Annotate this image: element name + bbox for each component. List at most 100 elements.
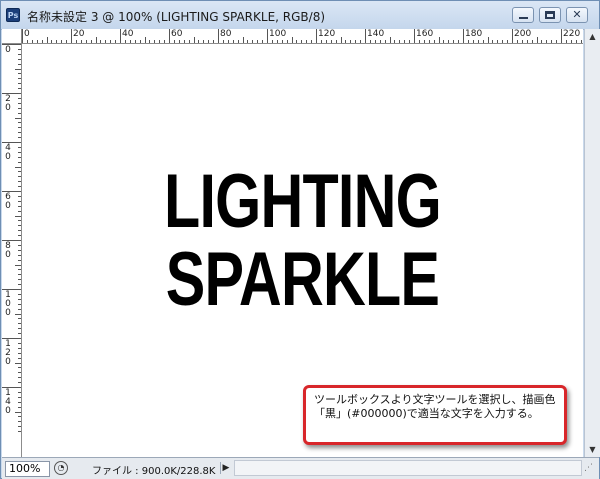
- ruler-minor-tick: [18, 132, 21, 134]
- ruler-minor-tick: [18, 323, 21, 325]
- ruler-minor-tick: [154, 40, 156, 43]
- ruler-minor-tick: [31, 40, 33, 43]
- ruler-minor-tick: [18, 220, 21, 222]
- horizontal-ruler[interactable]: 0 20 40 60 80 100 120 140 160 180 200 220: [22, 29, 583, 44]
- ruler-minor-tick: [374, 40, 376, 43]
- ruler-origin[interactable]: [2, 29, 22, 44]
- ruler-label: 100: [269, 29, 287, 39]
- ruler-minor-tick: [565, 40, 567, 43]
- ruler-minor-tick: [149, 40, 151, 43]
- vertical-scrollbar[interactable]: ▲ ▼: [584, 29, 600, 457]
- ruler-minor-tick: [18, 328, 21, 330]
- ruler-minor-tick: [418, 40, 420, 43]
- ruler-minor-tick: [345, 40, 347, 43]
- ruler-minor-tick: [15, 362, 21, 364]
- ruler-label: 60: [5, 192, 11, 211]
- ruler-minor-tick: [18, 396, 21, 398]
- ruler-minor-tick: [482, 40, 484, 43]
- ruler-minor-tick: [18, 195, 21, 197]
- ruler-minor-tick: [570, 40, 572, 43]
- ruler-minor-tick: [18, 78, 21, 80]
- ruler-minor-tick: [423, 40, 425, 43]
- ruler-minor-tick: [276, 40, 278, 43]
- title-bar[interactable]: Ps 名称未設定 3 @ 100% (LIGHTING SPARKLE, RGB…: [1, 1, 599, 30]
- scroll-down-arrow-icon[interactable]: ▼: [585, 442, 600, 457]
- maximize-icon: [545, 11, 555, 19]
- ruler-minor-tick: [350, 40, 352, 43]
- zoom-level-field[interactable]: 100%: [5, 461, 50, 477]
- ruler-minor-tick: [433, 40, 435, 43]
- ruler-minor-tick: [15, 166, 21, 168]
- ruler-minor-tick: [80, 40, 82, 43]
- ruler-label: 120: [318, 29, 336, 39]
- ruler-minor-tick: [18, 137, 21, 139]
- ruler-minor-tick: [18, 127, 21, 129]
- ruler-minor-tick: [18, 230, 21, 232]
- status-info-icon[interactable]: ◔: [54, 461, 68, 475]
- ruler-minor-tick: [90, 40, 92, 43]
- ruler-minor-tick: [198, 40, 200, 43]
- ruler-minor-tick: [139, 40, 141, 43]
- ruler-minor-tick: [18, 97, 21, 99]
- ruler-minor-tick: [26, 40, 28, 43]
- ruler-label: 140: [367, 29, 385, 39]
- ruler-minor-tick: [443, 40, 445, 43]
- ruler-minor-tick: [379, 40, 381, 43]
- minimize-button[interactable]: [512, 7, 534, 23]
- ruler-minor-tick: [325, 40, 327, 43]
- ruler-minor-tick: [247, 40, 249, 43]
- ruler-minor-tick: [232, 40, 234, 43]
- ruler-minor-tick: [438, 37, 440, 43]
- ruler-minor-tick: [18, 53, 21, 55]
- ruler-minor-tick: [472, 40, 474, 43]
- ruler-minor-tick: [257, 40, 259, 43]
- horizontal-scrollbar[interactable]: [234, 460, 582, 476]
- ruler-minor-tick: [18, 293, 21, 295]
- status-menu-arrow-icon[interactable]: ▶: [220, 462, 231, 474]
- ruler-minor-tick: [173, 40, 175, 43]
- ruler-minor-tick: [296, 40, 298, 43]
- ruler-minor-tick: [115, 40, 117, 43]
- ruler-minor-tick: [311, 40, 313, 43]
- ruler-minor-tick: [301, 40, 303, 43]
- ruler-minor-tick: [18, 406, 21, 408]
- ruler-minor-tick: [178, 40, 180, 43]
- ruler-major-tick: [316, 29, 317, 43]
- ruler-minor-tick: [18, 279, 21, 281]
- ruler-minor-tick: [18, 235, 21, 237]
- ruler-minor-tick: [18, 377, 21, 379]
- ruler-major-tick: [22, 29, 23, 43]
- close-button[interactable]: ✕: [566, 7, 588, 23]
- maximize-button[interactable]: [539, 7, 561, 23]
- ruler-minor-tick: [330, 40, 332, 43]
- ruler-label: 80: [5, 241, 11, 260]
- ruler-minor-tick: [404, 40, 406, 43]
- ruler-minor-tick: [18, 181, 21, 183]
- ruler-minor-tick: [369, 40, 371, 43]
- ruler-minor-tick: [541, 40, 543, 43]
- ruler-major-tick: [512, 29, 513, 43]
- ruler-minor-tick: [61, 40, 63, 43]
- ruler-minor-tick: [458, 40, 460, 43]
- ruler-minor-tick: [286, 40, 288, 43]
- ruler-minor-tick: [409, 40, 411, 43]
- ruler-minor-tick: [516, 40, 518, 43]
- scroll-up-arrow-icon[interactable]: ▲: [585, 29, 600, 44]
- vertical-ruler[interactable]: 0 20 40 60 80 100 120 140: [2, 44, 22, 457]
- ruler-minor-tick: [18, 73, 21, 75]
- ruler-minor-tick: [536, 37, 538, 43]
- ruler-minor-tick: [18, 244, 21, 246]
- ruler-minor-tick: [18, 284, 21, 286]
- ruler-minor-tick: [428, 40, 430, 43]
- resize-grip-icon[interactable]: ⋰: [584, 462, 596, 474]
- photoshop-icon: Ps: [6, 8, 20, 22]
- ruler-major-tick: [71, 29, 72, 43]
- ruler-minor-tick: [242, 37, 244, 43]
- ruler-minor-tick: [389, 37, 391, 43]
- ruler-minor-tick: [124, 40, 126, 43]
- ruler-minor-tick: [340, 37, 342, 43]
- ruler-minor-tick: [492, 40, 494, 43]
- ruler-minor-tick: [15, 117, 21, 119]
- ruler-minor-tick: [18, 254, 21, 256]
- ruler-label: 60: [171, 29, 183, 39]
